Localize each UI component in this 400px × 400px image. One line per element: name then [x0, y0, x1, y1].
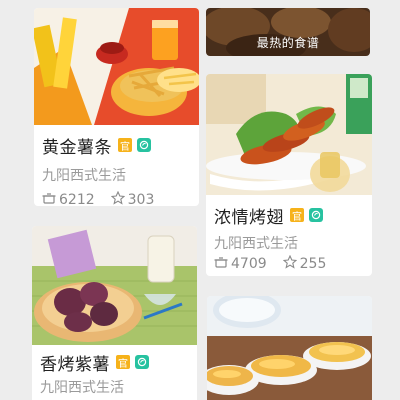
- leaf-badge-icon: [135, 355, 149, 369]
- official-badge-icon: 官: [116, 355, 130, 370]
- views-stat: 6212: [42, 192, 95, 206]
- cooking-pot-icon: [42, 192, 59, 206]
- recipe-card-purple-sweet-potato[interactable]: 香烤紫薯 官 九阳西式生活: [32, 226, 197, 400]
- recipe-photo-wings[interactable]: [206, 74, 372, 195]
- recipe-card-fries[interactable]: 黄金薯条 官 九阳西式生活 6212 303: [34, 8, 199, 206]
- star-outline-icon: [110, 190, 128, 206]
- favorites-stat: 303: [110, 190, 155, 206]
- official-badge-icon: 官: [290, 208, 304, 223]
- recipe-author: 九阳西式生活: [214, 236, 298, 252]
- views-stat: 4709: [214, 256, 267, 272]
- recipe-card-egg-tart[interactable]: [207, 296, 372, 400]
- recipe-photo-egg-tart[interactable]: [207, 296, 372, 400]
- cooking-pot-icon: [214, 256, 231, 272]
- hot-recipes-banner[interactable]: 最热的食谱: [206, 8, 370, 56]
- leaf-badge-icon: [137, 138, 151, 152]
- recipe-author: 九阳西式生活: [40, 380, 124, 396]
- recipe-title: 黄金薯条: [42, 137, 112, 158]
- recipe-title: 浓情烤翅: [214, 207, 284, 228]
- recipe-card-wings[interactable]: 浓情烤翅 官 九阳西式生活 4709 255: [206, 74, 372, 276]
- views-count: 4709: [231, 256, 267, 272]
- recipe-author: 九阳西式生活: [42, 168, 126, 184]
- banner-label: 最热的食谱: [256, 36, 320, 50]
- leaf-badge-icon: [309, 208, 323, 222]
- recipe-photo-purple-sweet-potato[interactable]: [32, 226, 197, 345]
- favorites-count: 255: [299, 256, 327, 272]
- favorites-stat: 255: [282, 254, 327, 273]
- recipe-photo-fries[interactable]: [34, 8, 199, 125]
- official-badge-icon: 官: [118, 138, 132, 153]
- views-count: 6212: [59, 192, 95, 206]
- favorites-count: 303: [127, 192, 155, 206]
- star-outline-icon: [282, 254, 300, 273]
- recipe-title: 香烤紫薯: [40, 354, 110, 375]
